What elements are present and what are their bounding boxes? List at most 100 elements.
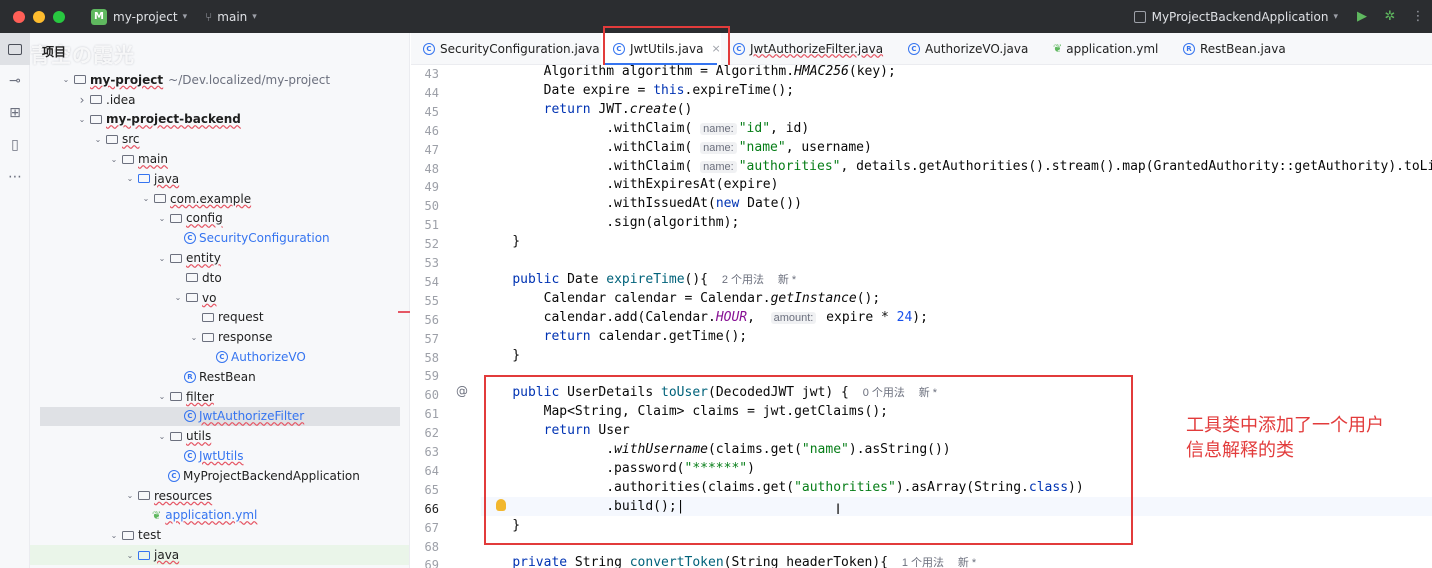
minimize-window-button[interactable] (33, 10, 45, 23)
editor-tab[interactable]: C JwtAuthorizeFilter.java (721, 33, 896, 65)
code-line[interactable]: return calendar.getTime(); (481, 327, 1432, 346)
code-line[interactable]: Calendar calendar = Calendar.getInstance… (481, 289, 1432, 308)
chevron-down-icon[interactable]: ⌄ (156, 432, 168, 441)
close-tab-icon[interactable]: × (711, 42, 720, 55)
tree-item[interactable]: request (30, 308, 409, 328)
code-line[interactable]: } (481, 346, 1432, 365)
line-number: 45 (424, 104, 439, 119)
tree-item[interactable]: R RestBean (30, 367, 409, 387)
chevron-down-icon[interactable]: ⌄ (156, 392, 168, 401)
tree-item[interactable]: › .idea (30, 90, 409, 110)
code-line[interactable]: .withExpiresAt(expire) (481, 175, 1432, 194)
tree-item[interactable]: ⌄ config (30, 209, 409, 229)
yaml-file-icon: ❦ (1053, 42, 1063, 55)
tree-item[interactable]: ⌄ response (30, 327, 409, 347)
tree-item[interactable]: ⌄ main (30, 149, 409, 169)
chevron-down-icon[interactable]: ⌄ (60, 75, 72, 84)
tree-item[interactable]: ⌄ resources (30, 486, 409, 506)
code-line[interactable]: public UserDetails toUser(DecodedJWT jwt… (481, 383, 1432, 402)
code-line[interactable] (481, 364, 1432, 383)
chevron-down-icon[interactable]: ⌄ (124, 174, 136, 183)
commit-icon: ⊸ (9, 73, 21, 89)
project-badge: M (91, 8, 107, 25)
tree-item[interactable]: ⌄ entity (30, 248, 409, 268)
chevron-down-icon[interactable]: ⌄ (156, 214, 168, 223)
chevron-down-icon[interactable]: ⌄ (124, 491, 136, 500)
code-line[interactable]: .sign(algorithm); (481, 213, 1432, 232)
editor-tab[interactable]: ❦ application.yml (1041, 33, 1171, 65)
editor-tab[interactable]: C JwtUtils.java × (601, 32, 721, 65)
run-configuration-selector[interactable]: MyProjectBackendApplication (1152, 10, 1329, 24)
code-editor[interactable]: Algorithm algorithm = Algorithm.HMAC256(… (481, 65, 1432, 568)
project-switcher[interactable]: my-project (113, 10, 178, 24)
package-icon (170, 392, 182, 402)
error-marker (398, 311, 410, 313)
chevron-down-icon[interactable]: ⌄ (172, 293, 184, 302)
structure-tool-button[interactable]: ⊞ (0, 97, 30, 129)
code-line[interactable]: calendar.add(Calendar.HOUR, amount: expi… (481, 308, 1432, 327)
folder-icon (90, 95, 102, 105)
tree-item[interactable]: ⌄ src (30, 129, 409, 149)
code-line[interactable]: } (481, 516, 1432, 535)
tree-item[interactable]: C MyProjectBackendApplication (30, 466, 409, 486)
tree-item[interactable]: ⌄ vo (30, 288, 409, 308)
chevron-down-icon[interactable]: ⌄ (76, 115, 88, 124)
close-window-button[interactable] (13, 10, 25, 23)
code-line[interactable]: public Date expireTime(){ 2 个用法 新 * (481, 270, 1432, 289)
tree-item[interactable]: C JwtAuthorizeFilter (40, 406, 400, 427)
chevron-down-icon: ▾ (182, 11, 188, 22)
class-icon: C (184, 450, 196, 463)
tree-item[interactable]: ⌄ my-project ~/Dev.localized/my-project (30, 70, 409, 90)
code-line[interactable]: .withClaim( name: "id", id) (481, 119, 1432, 138)
code-line[interactable]: Algorithm algorithm = Algorithm.HMAC256(… (481, 65, 1432, 81)
tree-item[interactable]: dto (30, 268, 409, 288)
implementation-icon[interactable]: @ (456, 384, 468, 398)
chevron-down-icon[interactable]: ⌄ (108, 531, 120, 540)
chevron-down-icon[interactable]: ⌄ (188, 333, 200, 342)
tree-item[interactable]: ⌄ my-project-backend (30, 110, 409, 130)
tree-item[interactable]: ❦ application.yml (30, 506, 409, 526)
editor-tab[interactable]: C SecurityConfiguration.java (411, 33, 601, 65)
code-line[interactable]: } (481, 232, 1432, 251)
editor-tab[interactable]: R RestBean.java (1171, 33, 1291, 65)
code-line[interactable]: return JWT.create() (481, 100, 1432, 119)
line-number: 43 (424, 67, 439, 81)
tree-item[interactable]: ⌄ java (30, 545, 409, 565)
chevron-right-icon[interactable]: › (76, 93, 88, 107)
code-line[interactable]: private String convertToken(String heade… (481, 553, 1432, 568)
line-number: 54 (424, 274, 439, 289)
tree-item[interactable]: ⌄ test (30, 525, 409, 545)
code-line[interactable]: .withClaim( name: "authorities", details.… (481, 157, 1432, 176)
more-icon[interactable]: ⋮ (1404, 9, 1432, 24)
annotation-line-1: 工具类中添加了一个用户 (1186, 415, 1384, 436)
code-line[interactable]: .build();| (481, 496, 1432, 516)
code-line[interactable]: .withClaim( name: "name", username) (481, 138, 1432, 157)
code-line[interactable] (481, 535, 1432, 554)
debug-icon[interactable]: ✲ (1376, 9, 1404, 24)
chevron-down-icon[interactable]: ⌄ (156, 254, 168, 263)
commit-tool-button[interactable]: ⊸ (0, 65, 30, 97)
lightbulb-icon[interactable] (496, 499, 506, 511)
more-tools-button[interactable]: ⋯ (0, 161, 30, 193)
chevron-down-icon[interactable]: ⌄ (124, 551, 136, 560)
project-tool-button[interactable] (0, 33, 30, 65)
code-line[interactable] (481, 251, 1432, 270)
chevron-down-icon[interactable]: ⌄ (108, 155, 120, 164)
tree-item[interactable]: C JwtUtils (30, 446, 409, 466)
maximize-window-button[interactable] (53, 10, 65, 23)
tree-item[interactable]: ⌄ filter (30, 387, 409, 407)
bookmarks-tool-button[interactable]: ▯ (0, 129, 30, 161)
run-icon[interactable]: ▶ (1348, 9, 1376, 24)
tree-item[interactable]: C SecurityConfiguration (30, 228, 409, 248)
editor-tab[interactable]: C AuthorizeVO.java (896, 33, 1041, 65)
tree-item[interactable]: ⌄ utils (30, 426, 409, 446)
tree-item[interactable]: ⌄ java (30, 169, 409, 189)
branch-switcher[interactable]: main (217, 10, 247, 24)
code-line[interactable]: .authorities(claims.get("authorities").a… (481, 478, 1432, 497)
code-line[interactable]: .withIssuedAt(new Date()) (481, 194, 1432, 213)
tree-item[interactable]: C AuthorizeVO (30, 347, 409, 367)
chevron-down-icon[interactable]: ⌄ (92, 135, 104, 144)
code-line[interactable]: Date expire = this.expireTime(); (481, 81, 1432, 100)
tree-item[interactable]: ⌄ com.example (30, 189, 409, 209)
chevron-down-icon[interactable]: ⌄ (140, 194, 152, 203)
